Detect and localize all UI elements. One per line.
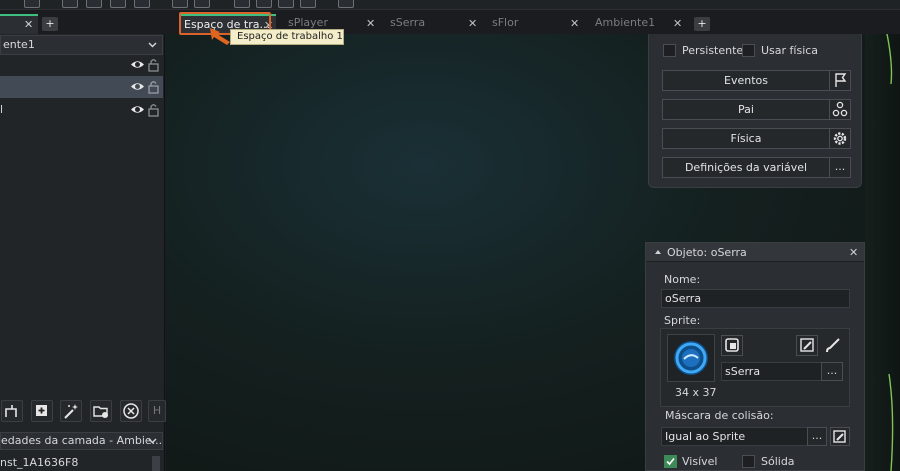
events-button[interactable]: Eventos: [662, 70, 830, 91]
sprite-preview[interactable]: [667, 334, 715, 382]
collision-mask-more-button[interactable]: ...: [807, 427, 827, 446]
tab-ambiente1[interactable]: Ambiente1 ✕: [591, 14, 691, 34]
scrollbar[interactable]: [152, 456, 160, 471]
close-icon[interactable]: ✕: [570, 15, 579, 33]
toolbar-button[interactable]: [134, 0, 150, 8]
sprite-size: 34 x 37: [675, 386, 717, 399]
physics-button[interactable]: Física: [662, 128, 830, 149]
workspace-edge: [865, 34, 900, 471]
layer-row[interactable]: [0, 54, 163, 76]
add-tab-button[interactable]: +: [42, 17, 58, 31]
name-label: Nome:: [664, 273, 701, 286]
lock-icon[interactable]: [148, 80, 159, 94]
collision-mask-label: Máscara de colisão:: [665, 409, 774, 422]
layer-row[interactable]: l: [0, 99, 163, 121]
new-sprite-icon[interactable]: [721, 335, 743, 356]
tab-label: sPlayer: [288, 16, 328, 29]
menu-button[interactable]: [338, 0, 354, 8]
delete-layer-button[interactable]: [120, 400, 142, 422]
lock-icon[interactable]: [148, 58, 159, 72]
toolbar-button[interactable]: [62, 0, 78, 8]
object-options-panel: Persistente Usar física Eventos Pai Físi…: [648, 34, 862, 188]
toolbar-button[interactable]: [86, 0, 102, 8]
chevron-down-icon: [148, 36, 157, 54]
left-tabbar: ✕ +: [0, 10, 165, 34]
tab-sflor[interactable]: sFlor ✕: [488, 14, 586, 34]
toolbar-button[interactable]: [172, 0, 188, 8]
eye-icon[interactable]: [130, 104, 145, 115]
add-tab-button[interactable]: +: [694, 17, 710, 31]
add-instance-layer-button[interactable]: [31, 400, 53, 422]
main-toolbar: [0, 0, 900, 10]
room-select[interactable]: ente1: [0, 35, 163, 55]
toolbar-button[interactable]: [300, 0, 316, 8]
layer-tool-button[interactable]: H: [148, 400, 166, 422]
close-icon[interactable]: ✕: [673, 15, 682, 33]
persistent-label: Persistente: [682, 44, 744, 57]
eye-icon[interactable]: [130, 59, 145, 70]
name-field[interactable]: oSerra: [661, 289, 850, 308]
zoom-in-button[interactable]: [234, 0, 250, 8]
layer-label: l: [0, 103, 4, 116]
sprite-more-button[interactable]: ...: [821, 362, 843, 381]
tab-tooltip: Espaço de trabalho 1: [230, 29, 344, 45]
visible-checkbox[interactable]: [664, 455, 677, 468]
use-physics-label: Usar física: [761, 44, 819, 57]
zoom-out-button[interactable]: [256, 0, 272, 8]
sprite-select[interactable]: sSerra: [721, 362, 822, 381]
sprite-label: Sprite:: [664, 314, 701, 327]
persistent-checkbox[interactable]: [663, 44, 676, 57]
add-path-layer-button[interactable]: [1, 400, 23, 422]
tab-label: Ambiente1: [595, 16, 656, 29]
solid-label: Sólida: [761, 455, 795, 468]
instance-row[interactable]: nst_1A1636F8: [0, 454, 150, 471]
hierarchy-icon[interactable]: [829, 99, 851, 120]
tab-sserra[interactable]: sSerra ✕: [386, 14, 486, 34]
collapse-triangle-icon[interactable]: [654, 243, 662, 262]
eye-icon[interactable]: [130, 81, 145, 92]
object-editor-panel: Objeto: oSerra ✕ Nome: oSerra Sprite: 34…: [645, 242, 865, 471]
chevron-down-icon: [148, 433, 157, 449]
object-editor-header: Objeto: oSerra ✕: [646, 243, 864, 262]
gear-icon[interactable]: [829, 128, 851, 149]
zoom-reset-button[interactable]: [278, 0, 294, 8]
room-editor-panel: ✕ + ente1 l H edades da camada - Ambie..…: [0, 10, 166, 471]
object-editor-title: Objeto: oSerra: [667, 246, 747, 259]
tab-label: sSerra: [390, 16, 426, 29]
left-tab[interactable]: ✕: [0, 14, 38, 34]
add-folder-button[interactable]: [90, 400, 112, 422]
layer-properties-header[interactable]: edades da camada - Ambie...: [0, 432, 163, 450]
edit-sprite-icon[interactable]: [796, 335, 818, 356]
layer-toolbar: H: [0, 400, 166, 424]
close-icon[interactable]: ✕: [24, 19, 33, 30]
brush-icon[interactable]: [824, 336, 842, 354]
parent-button[interactable]: Pai: [662, 99, 830, 120]
more-button[interactable]: ...: [829, 157, 851, 178]
close-icon[interactable]: ✕: [468, 15, 477, 33]
solid-checkbox[interactable]: [742, 455, 755, 468]
toolbar-button[interactable]: [110, 0, 126, 8]
layer-row-selected[interactable]: [0, 76, 163, 98]
flag-icon[interactable]: [829, 70, 851, 91]
edit-mask-icon[interactable]: [830, 427, 850, 446]
visible-label: Visível: [682, 455, 718, 468]
use-physics-checkbox[interactable]: [742, 44, 755, 57]
lock-icon[interactable]: [148, 103, 159, 117]
collision-mask-select[interactable]: Igual ao Sprite: [661, 427, 808, 446]
close-icon[interactable]: ✕: [849, 247, 858, 258]
variable-definitions-button[interactable]: Definições da variável: [662, 157, 830, 178]
toolbar-button[interactable]: [194, 0, 210, 8]
tab-label: sFlor: [492, 16, 519, 29]
toolbar-button[interactable]: [24, 0, 40, 8]
close-icon[interactable]: ✕: [366, 15, 375, 33]
magic-wand-icon[interactable]: [60, 400, 82, 422]
layer-properties-title: edades da camada - Ambie...: [1, 434, 163, 447]
room-select-value: ente1: [3, 38, 35, 51]
